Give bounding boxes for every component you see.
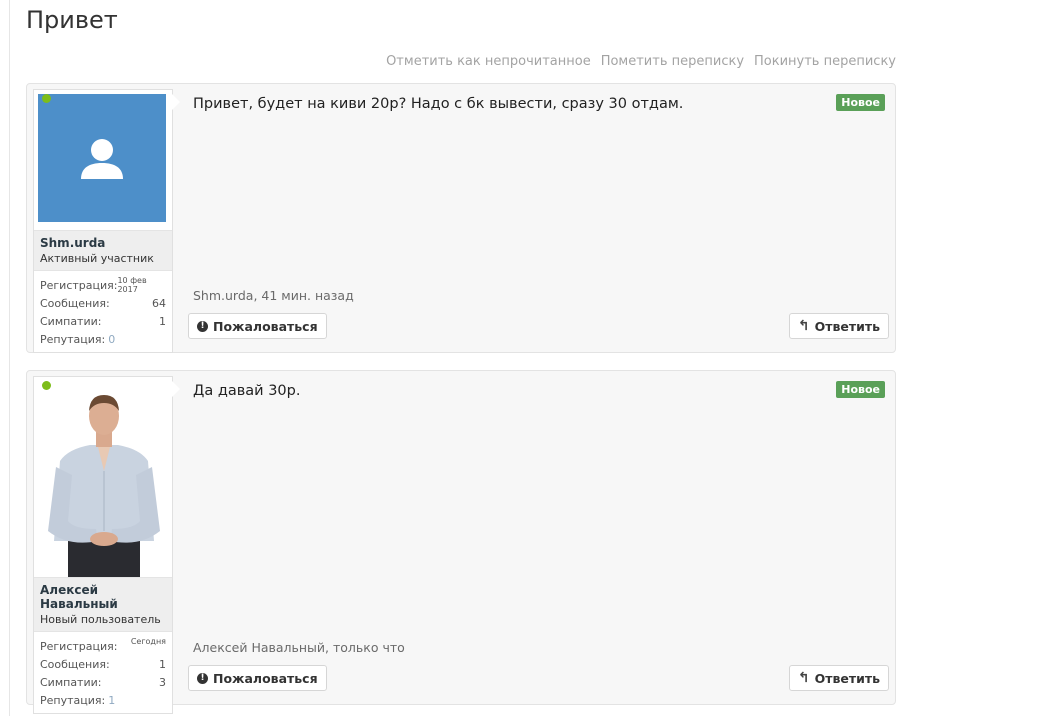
user-photo [38, 381, 170, 577]
message-text: Да давай 30р. [193, 383, 301, 399]
new-badge: Новое [836, 94, 885, 111]
message-pointer [172, 381, 180, 397]
user-info: Shm.urda Активный участник [34, 230, 172, 271]
page-title: Привет [26, 6, 118, 34]
reputation-value[interactable]: 0 [108, 333, 115, 346]
likes-label: Симпатии: [40, 675, 102, 689]
avatar[interactable] [34, 90, 172, 230]
message-item: Алексей Навальный Новый пользователь Рег… [26, 370, 896, 714]
username-link[interactable]: Алексей Навальный [40, 583, 166, 611]
username-link[interactable]: Shm.urda [40, 236, 166, 250]
user-card: Shm.urda Активный участник Регистрация: … [33, 89, 173, 353]
registration-label: Регистрация: [40, 639, 118, 653]
leave-conversation-link[interactable]: Покинуть переписку [754, 54, 896, 69]
report-label: Пожаловаться [213, 318, 318, 334]
star-conversation-link[interactable]: Пометить переписку [601, 54, 744, 69]
messages-value: 1 [159, 657, 166, 671]
registration-label: Регистрация: [40, 278, 118, 292]
alert-icon: ! [197, 672, 208, 684]
default-avatar-icon [38, 94, 166, 222]
registration-value: 10 фев 2017 [117, 276, 147, 294]
reply-button[interactable]: ↰ Ответить [788, 313, 889, 339]
alert-icon: ! [197, 320, 208, 332]
report-button[interactable]: ! Пожаловаться [188, 313, 327, 339]
reputation-label: Репутация: [40, 332, 106, 346]
message-item: Shm.urda Активный участник Регистрация: … [26, 83, 896, 353]
reply-label: Ответить [814, 670, 880, 686]
message-meta[interactable]: Алексей Навальный, только что [193, 640, 405, 655]
likes-label: Симпатии: [40, 314, 102, 328]
messages-value: 64 [152, 296, 166, 310]
user-info: Алексей Навальный Новый пользователь [34, 577, 172, 632]
new-badge: Новое [836, 381, 885, 398]
reputation-value[interactable]: 1 [108, 694, 115, 707]
likes-value: 1 [159, 314, 166, 328]
report-label: Пожаловаться [213, 670, 318, 686]
registration-value: Сегодня [130, 637, 166, 646]
message-text: Привет, будет на киви 20р? Надо с бк выв… [193, 96, 684, 112]
conversation-actions: Отметить как непрочитанное Пометить пере… [386, 54, 896, 69]
messages-label: Сообщения: [40, 657, 110, 671]
reply-arrow-icon: ↰ [797, 318, 810, 334]
online-indicator-icon [42, 381, 51, 390]
messages-label: Сообщения: [40, 296, 110, 310]
user-card: Алексей Навальный Новый пользователь Рег… [33, 376, 173, 714]
message-meta[interactable]: Shm.urda, 41 мин. назад [193, 288, 354, 303]
reply-button[interactable]: ↰ Ответить [788, 665, 889, 691]
user-stats: Регистрация: 10 фев 2017 Сообщения: 64 С… [34, 271, 172, 352]
user-title: Активный участник [40, 252, 154, 265]
mark-unread-link[interactable]: Отметить как непрочитанное [386, 54, 591, 69]
reputation-label: Репутация: [40, 693, 106, 707]
likes-value: 3 [159, 675, 166, 689]
user-stats: Регистрация: Сегодня Сообщения: 1 Симпат… [34, 632, 172, 713]
reply-arrow-icon: ↰ [797, 670, 810, 686]
left-divider [9, 0, 10, 716]
online-indicator-icon [42, 94, 51, 103]
reply-label: Ответить [814, 318, 880, 334]
message-pointer [172, 94, 180, 110]
avatar[interactable] [34, 377, 172, 577]
user-title: Новый пользователь [40, 613, 161, 626]
report-button[interactable]: ! Пожаловаться [188, 665, 327, 691]
